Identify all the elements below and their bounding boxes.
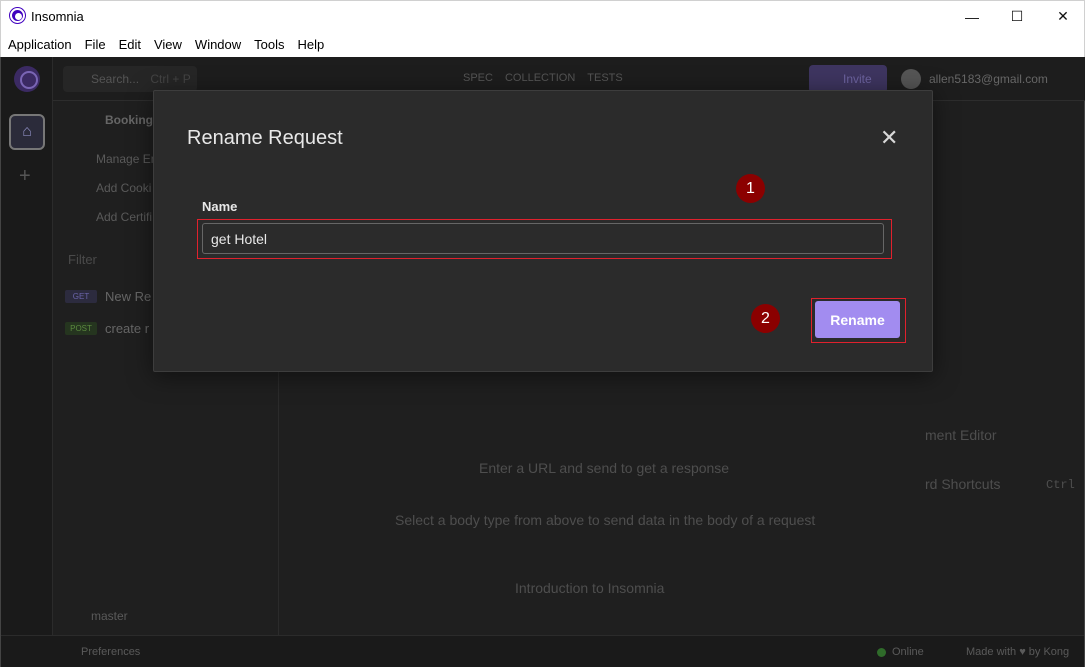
shortcut-key: Ctrl — [1046, 478, 1075, 492]
preferences-link[interactable]: Preferences — [81, 646, 140, 658]
add-icon[interactable]: + — [19, 165, 31, 188]
invite-button[interactable]: Invite — [809, 65, 887, 93]
menu-window[interactable]: Window — [195, 37, 241, 52]
request-item[interactable]: POST create r — [65, 321, 149, 336]
close-window-button[interactable]: ✕ — [1040, 1, 1085, 32]
menu-help[interactable]: Help — [298, 37, 325, 52]
method-badge: POST — [65, 322, 97, 335]
document-editor-link[interactable]: ment Editor — [925, 427, 997, 443]
sidebar-item-add-certificates[interactable]: Add Certifi — [96, 210, 152, 224]
window-title: Insomnia — [31, 9, 84, 24]
mode-tabs: SPEC COLLECTION TESTS — [463, 72, 623, 84]
request-name-input[interactable] — [202, 223, 884, 254]
statusbar: Preferences Online Made with ♥ by Kong — [1, 635, 1084, 667]
menu-view[interactable]: View — [154, 37, 182, 52]
search-placeholder: Search... — [91, 72, 140, 86]
menu-edit[interactable]: Edit — [119, 37, 141, 52]
left-rail: ⌂ + — [1, 57, 53, 635]
annotation-badge-1: 1 — [736, 174, 765, 203]
request-name: New Re — [105, 289, 152, 304]
user-email[interactable]: allen5183@gmail.com — [929, 72, 1048, 86]
search-shortcut: Ctrl + P — [150, 72, 191, 86]
menu-file[interactable]: File — [85, 37, 106, 52]
sidebar-item-add-cookies[interactable]: Add Cooki — [96, 181, 151, 195]
tab-spec[interactable]: SPEC — [463, 72, 493, 84]
window-titlebar: Insomnia — ☐ ✕ — [0, 0, 1085, 31]
hint-url: Enter a URL and send to get a response — [479, 460, 730, 476]
name-field-label: Name — [202, 199, 238, 214]
made-with-kong: Made with ♥ by Kong — [966, 646, 1070, 658]
filter-input[interactable]: Filter — [68, 252, 97, 267]
modal-title: Rename Request — [187, 127, 343, 149]
rename-request-modal: Rename Request ✕ Name Rename 1 2 — [153, 90, 933, 372]
avatar[interactable] — [901, 69, 921, 89]
rename-button[interactable]: Rename — [815, 301, 900, 338]
menubar: Application File Edit View Window Tools … — [0, 31, 1085, 57]
sidebar-item-manage-environments[interactable]: Manage En — [96, 152, 157, 166]
method-badge: GET — [65, 290, 97, 303]
online-status: Online — [877, 646, 924, 658]
maximize-button[interactable]: ☐ — [994, 1, 1040, 32]
request-name: create r — [105, 321, 150, 336]
tab-collection[interactable]: COLLECTION — [505, 72, 575, 84]
breadcrumb[interactable]: Booking — [105, 113, 153, 127]
menu-tools[interactable]: Tools — [254, 37, 284, 52]
insomnia-rail-logo-icon[interactable] — [14, 66, 40, 92]
minimize-button[interactable]: — — [949, 1, 995, 32]
close-icon[interactable]: ✕ — [880, 127, 898, 149]
branch-label[interactable]: master — [91, 609, 128, 623]
search-input[interactable]: Search... Ctrl + P — [63, 66, 197, 92]
intro-link[interactable]: Introduction to Insomnia — [515, 580, 664, 596]
home-icon[interactable]: ⌂ — [9, 114, 45, 150]
tab-tests[interactable]: TESTS — [587, 72, 622, 84]
keyboard-shortcuts-link[interactable]: rd Shortcuts — [925, 476, 1000, 492]
hint-body: Select a body type from above to send da… — [395, 512, 816, 528]
menu-application[interactable]: Application — [8, 37, 72, 52]
annotation-badge-2: 2 — [751, 304, 780, 333]
request-item[interactable]: GET New Re — [65, 289, 151, 304]
insomnia-logo-icon — [10, 8, 25, 23]
